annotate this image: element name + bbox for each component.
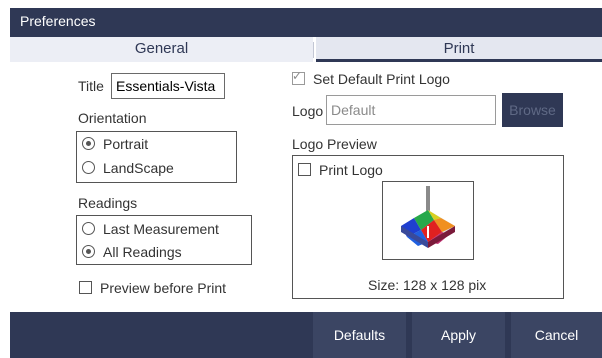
logo-image-frame	[382, 181, 474, 260]
print-logo-label[interactable]: Print Logo	[319, 162, 383, 178]
landscape-radio[interactable]	[82, 161, 95, 174]
all-readings-label[interactable]: All Readings	[103, 244, 182, 260]
title-input[interactable]: Essentials-Vista	[111, 73, 225, 99]
portrait-radio[interactable]	[82, 137, 95, 150]
landscape-label[interactable]: LandScape	[103, 160, 174, 176]
cancel-button[interactable]: Cancel	[511, 312, 602, 358]
last-measurement-radio[interactable]	[82, 222, 95, 235]
logo-label: Logo	[292, 103, 324, 119]
all-readings-radio[interactable]	[82, 245, 95, 258]
title-bar-band	[10, 8, 602, 37]
set-default-print-logo-label[interactable]: Set Default Print Logo	[313, 71, 450, 87]
apply-button[interactable]: Apply	[412, 312, 505, 358]
color-chart-logo-icon	[401, 186, 455, 248]
logo-size-text: Size: 128 x 128 pix	[368, 277, 487, 293]
defaults-button[interactable]: Defaults	[313, 312, 406, 358]
browse-button[interactable]: Browse	[502, 93, 563, 127]
logo-preview-label: Logo Preview	[292, 136, 377, 152]
readings-label: Readings	[78, 195, 138, 211]
set-default-print-logo-checkbox[interactable]: ✓	[292, 69, 305, 85]
tab-print[interactable]: Print	[316, 37, 602, 62]
tab-divider	[313, 42, 314, 58]
portrait-label[interactable]: Portrait	[103, 136, 148, 152]
preview-before-print-checkbox[interactable]	[79, 281, 92, 294]
title-input-value: Essentials-Vista	[116, 78, 216, 94]
tab-strip: General Print	[10, 37, 602, 62]
last-measurement-label[interactable]: Last Measurement	[103, 221, 219, 237]
orientation-label: Orientation	[78, 110, 147, 126]
checkmark-icon: ✓	[292, 69, 303, 83]
title-bar: Preferences	[0, 0, 602, 37]
logo-input-placeholder: Default	[331, 102, 376, 118]
tab-general[interactable]: General	[10, 37, 313, 62]
print-logo-checkbox[interactable]	[298, 163, 311, 176]
dialog-title: Preferences	[20, 13, 96, 29]
preferences-dialog: Preferences General Print Title Essentia…	[0, 0, 602, 358]
title-label: Title	[78, 78, 104, 94]
logo-input[interactable]: Default	[326, 95, 496, 125]
preview-before-print-label[interactable]: Preview before Print	[100, 280, 226, 296]
